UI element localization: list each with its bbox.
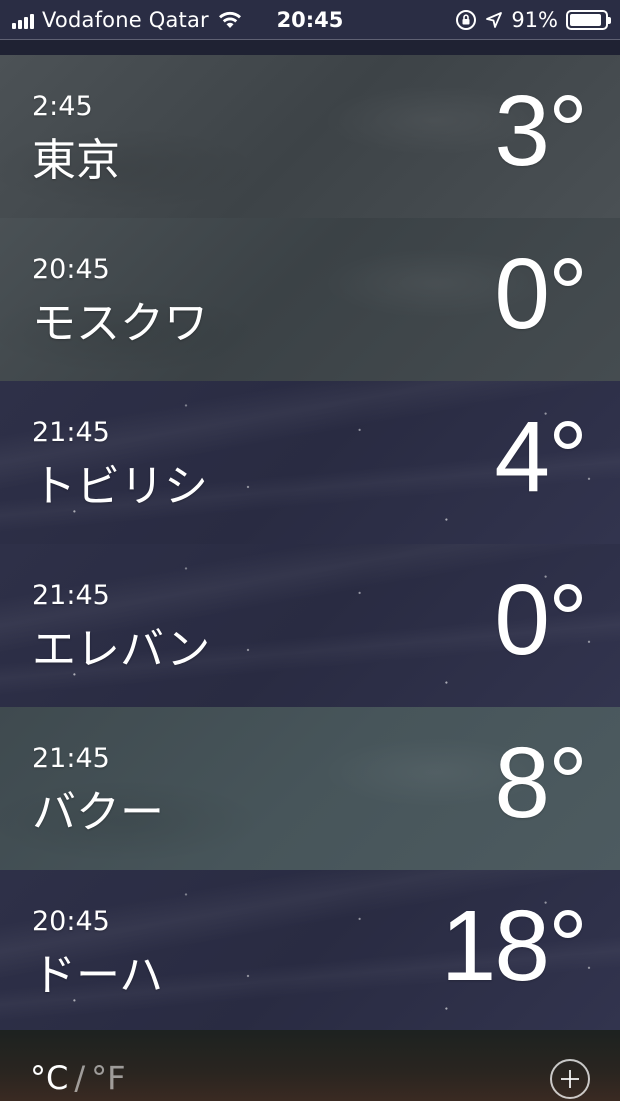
city-row[interactable]: 21:45 エレバン 0° (0, 544, 620, 707)
city-local-time: 21:45 (32, 580, 110, 611)
city-row[interactable]: 21:45 バクー 8° (0, 707, 620, 870)
status-bar: Vodafone Qatar 20:45 91% (0, 0, 620, 40)
city-temperature: 8° (494, 727, 588, 839)
city-row[interactable]: 2:45 東京 3° (0, 55, 620, 218)
city-temperature: 0° (494, 238, 588, 350)
city-name: ドーハ (32, 950, 164, 1001)
city-local-time: 2:45 (32, 91, 93, 122)
city-temperature: 3° (494, 75, 588, 187)
city-temperature: 0° (494, 564, 588, 676)
signal-icon (12, 11, 34, 29)
rotation-lock-icon (456, 10, 477, 30)
city-temperature: 18° (440, 890, 588, 1002)
unit-separator: / (74, 1059, 86, 1097)
city-name: 東京 (32, 135, 120, 186)
city-local-time: 21:45 (32, 417, 110, 448)
battery-percent: 91% (511, 8, 558, 32)
wifi-icon (218, 11, 241, 28)
city-name: トビリシ (32, 461, 208, 512)
city-row[interactable]: 21:45 トビリシ 4° (0, 381, 620, 544)
city-local-time: 20:45 (32, 254, 110, 285)
location-arrow-icon (486, 12, 503, 28)
city-name: モスクワ (32, 298, 208, 349)
unit-toggle[interactable]: °C / °F (30, 1058, 126, 1098)
status-left: Vodafone Qatar (12, 6, 243, 34)
status-right: 91% (455, 6, 611, 34)
city-row[interactable]: 20:45 モスクワ 0° (0, 218, 620, 381)
add-city-button[interactable] (550, 1059, 590, 1099)
battery-fill (570, 14, 601, 26)
city-local-time: 21:45 (32, 743, 110, 774)
city-row[interactable]: 20:45 ドーハ 18° (0, 870, 620, 1033)
city-name: バクー (32, 787, 164, 838)
city-local-time: 20:45 (32, 906, 110, 937)
city-name: エレバン (32, 624, 211, 675)
unit-fahrenheit[interactable]: °F (91, 1059, 125, 1097)
battery-icon (566, 10, 611, 30)
city-temperature: 4° (494, 401, 588, 513)
city-list: 2:45 東京 3° 20:45 モスクワ 0° 21:45 トビリシ 4° 21:45 エレバン 0… (0, 55, 620, 1033)
footer-bar: °C / °F (0, 1030, 620, 1101)
unit-celsius[interactable]: °C (30, 1059, 68, 1097)
carrier-name: Vodafone Qatar (42, 8, 209, 32)
